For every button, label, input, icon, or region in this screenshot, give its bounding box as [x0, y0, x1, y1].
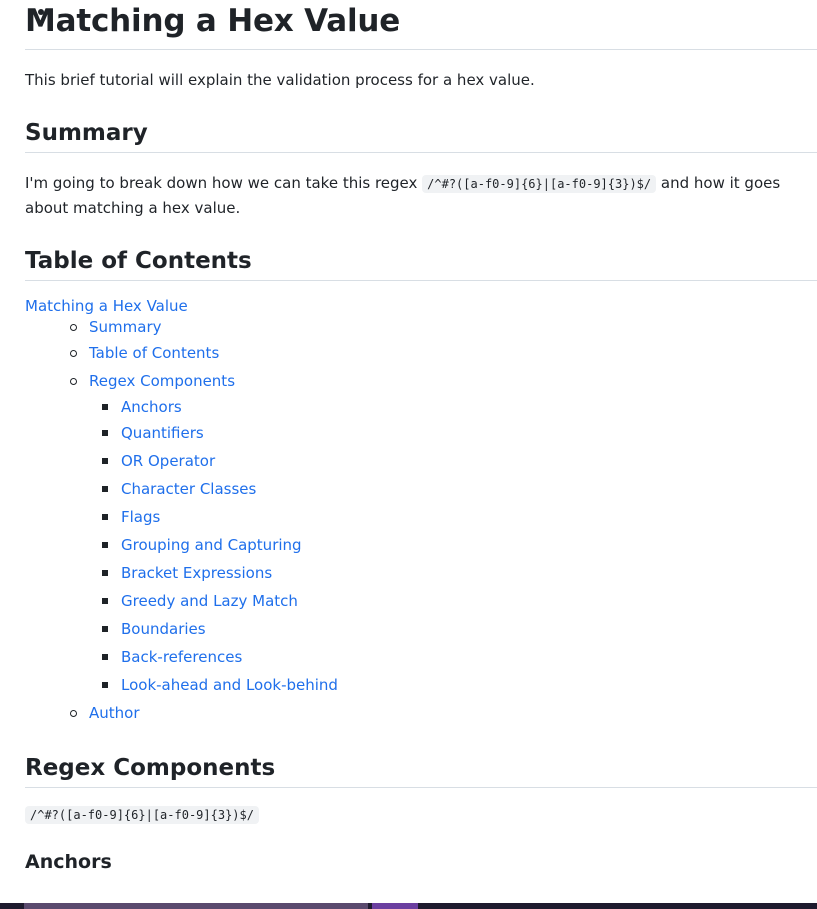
taskbar-segment	[24, 903, 368, 909]
toc-components-list: Anchors Quantifiers OR Operator Characte…	[25, 395, 817, 699]
page-title: Matching a Hex Value	[25, 0, 817, 50]
toc-link-bracket-expressions[interactable]: Bracket Expressions	[121, 564, 272, 582]
toc-link-flags[interactable]: Flags	[121, 508, 160, 526]
square-bullet-icon	[102, 514, 108, 520]
toc-item-regex-components: Regex Components Anchors Quantifiers OR …	[25, 367, 817, 699]
toc-link-character-classes[interactable]: Character Classes	[121, 480, 256, 498]
toc-item-anchors: Anchors	[25, 395, 817, 419]
toc-link-quantifiers[interactable]: Quantifiers	[121, 424, 204, 442]
toc-item-flags: Flags	[25, 503, 817, 531]
taskbar-segment-accent	[372, 903, 418, 909]
toc-item-or-operator: OR Operator	[25, 447, 817, 475]
intro-text: This brief tutorial will explain the val…	[25, 71, 535, 89]
toc-link-back-references[interactable]: Back-references	[121, 648, 242, 666]
toc-item-back-references: Back-references	[25, 643, 817, 671]
toc-item-greedy-and-lazy-match: Greedy and Lazy Match	[25, 587, 817, 615]
toc-link-or-operator[interactable]: OR Operator	[121, 452, 215, 470]
toc-item-quantifiers: Quantifiers	[25, 419, 817, 447]
toc-item-summary: Summary	[25, 315, 817, 339]
toc-link-table-of-contents[interactable]: Table of Contents	[89, 344, 219, 362]
toc-heading: Table of Contents	[25, 246, 817, 281]
square-bullet-icon	[102, 682, 108, 688]
toc-item-grouping-and-capturing: Grouping and Capturing	[25, 531, 817, 559]
toc-link-look-ahead-and-look-behind[interactable]: Look-ahead and Look-behind	[121, 676, 338, 694]
summary-heading: Summary	[25, 118, 817, 153]
toc-link-author[interactable]: Author	[89, 704, 140, 722]
toc-link-grouping-and-capturing[interactable]: Grouping and Capturing	[121, 536, 302, 554]
square-bullet-icon	[102, 430, 108, 436]
toc-item-character-classes: Character Classes	[25, 475, 817, 503]
summary-regex-code: /^#?([a-f0-9]{6}|[a-f0-9]{3})$/	[422, 175, 657, 193]
regex-components-heading: Regex Components	[25, 753, 817, 788]
summary-text: I'm going to break down how we can take …	[25, 171, 817, 220]
toc-link-anchors[interactable]: Anchors	[121, 398, 182, 416]
toc-link-regex-components[interactable]: Regex Components	[89, 372, 235, 390]
toc-item-boundaries: Boundaries	[25, 615, 817, 643]
circle-bullet-icon	[70, 324, 77, 331]
readme-content: Matching a Hex Value This brief tutorial…	[25, 0, 817, 876]
square-bullet-icon	[102, 486, 108, 492]
toc-link-matching-a-hex-value[interactable]: Matching a Hex Value	[25, 297, 188, 315]
toc-sublist: Summary Table of Contents Regex Componen…	[25, 315, 817, 727]
anchors-heading: Anchors	[25, 851, 112, 873]
circle-bullet-icon	[70, 350, 77, 357]
square-bullet-icon	[102, 542, 108, 548]
toc-link-boundaries[interactable]: Boundaries	[121, 620, 206, 638]
circle-bullet-icon	[70, 710, 77, 717]
toc-link-summary[interactable]: Summary	[89, 318, 162, 336]
summary-text-before: I'm going to break down how we can take …	[25, 174, 423, 192]
regex-code: /^#?([a-f0-9]{6}|[a-f0-9]{3})$/	[25, 806, 259, 824]
toc-item-look-ahead-and-look-behind: Look-ahead and Look-behind	[25, 671, 817, 699]
square-bullet-icon	[102, 626, 108, 632]
toc-list: Matching a Hex Value Summary Table of Co…	[25, 9, 817, 727]
regex-code-block: /^#?([a-f0-9]{6}|[a-f0-9]{3})$/	[25, 804, 817, 828]
square-bullet-icon	[102, 598, 108, 604]
square-bullet-icon	[102, 404, 108, 410]
taskbar-strip	[0, 903, 817, 909]
square-bullet-icon	[102, 570, 108, 576]
toc-item-author: Author	[25, 699, 817, 727]
toc-item-table-of-contents: Table of Contents	[25, 339, 817, 367]
circle-bullet-icon	[70, 378, 77, 385]
disc-bullet-icon	[38, 9, 44, 15]
toc-item-bracket-expressions: Bracket Expressions	[25, 559, 817, 587]
square-bullet-icon	[102, 458, 108, 464]
square-bullet-icon	[102, 654, 108, 660]
toc-link-greedy-and-lazy-match[interactable]: Greedy and Lazy Match	[121, 592, 298, 610]
toc-item-root: Matching a Hex Value Summary Table of Co…	[25, 9, 817, 727]
